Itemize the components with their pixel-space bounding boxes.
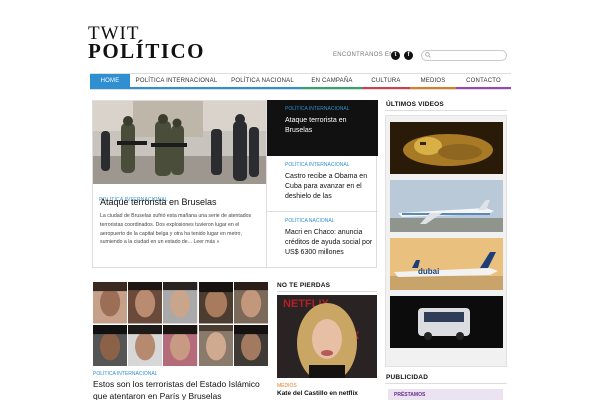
search-icon[interactable] <box>425 52 431 58</box>
nav-home[interactable]: HOME <box>90 74 130 89</box>
no-te-pierdas-image[interactable]: NETFLIX IX <box>277 295 377 378</box>
no-te-pierdas-category: MEDIOS <box>277 383 297 389</box>
nav-en-campana[interactable]: EN CAMPAÑA <box>302 74 362 89</box>
face-photo <box>93 324 128 366</box>
face-photo <box>163 282 198 324</box>
divider <box>385 383 507 384</box>
nav-medios[interactable]: MEDIOS <box>410 74 456 89</box>
logo-line-2: POLÍTICO <box>88 39 206 63</box>
face-photo <box>233 324 268 366</box>
bottom-story-title[interactable]: Estos son los terroristas del Estado Isl… <box>93 378 273 400</box>
face-photo <box>128 282 163 324</box>
videos-heading: ÚLTIMOS VIDEOS <box>386 101 444 108</box>
nav-contacto[interactable]: CONTACTO <box>456 74 511 89</box>
ad-banner-label: PRÉSTAMOS <box>394 392 426 398</box>
video-thumb-4[interactable] <box>390 296 503 348</box>
face-photo <box>163 324 198 366</box>
video-thumb-3[interactable]: dubai <box>390 238 503 290</box>
face-photo <box>233 282 268 324</box>
featured-description: La ciudad de Bruselas sufrió esta mañana… <box>100 213 252 246</box>
face-photo <box>128 324 163 366</box>
featured-title[interactable]: Ataque terrorista en Bruselas <box>100 197 217 207</box>
nav-politica-nacional[interactable]: POLÍTICA NACIONAL <box>223 74 302 89</box>
no-te-pierdas-title[interactable]: Kate del Castillo en netflix <box>277 390 358 397</box>
video-thumb-3-label: dubai <box>418 267 439 276</box>
no-te-pierdas-heading: NO TE PIERDAS <box>277 282 331 289</box>
side-story-2[interactable]: POLÍTICA INTERNACIONAL Castro recibe a O… <box>267 156 378 212</box>
main-nav: HOME POLÍTICA INTERNACIONAL POLÍTICA NAC… <box>90 73 511 90</box>
side-story-1[interactable]: POLÍTICA INTERNACIONAL Ataque terrorista… <box>267 100 378 156</box>
ad-banner[interactable]: PRÉSTAMOS <box>388 389 503 400</box>
search-box <box>421 50 507 61</box>
terrorists-photo-grid[interactable] <box>93 282 268 366</box>
divider <box>385 110 507 111</box>
site-logo[interactable]: TWIT POLÍTICO <box>88 24 205 62</box>
search-input[interactable] <box>434 51 504 60</box>
twitter-icon[interactable]: t <box>391 51 400 60</box>
videos-panel: dubai <box>385 115 507 367</box>
bottom-story-category: POLÍTICA INTERNACIONAL <box>93 371 158 377</box>
follow-label: ENCONTRANOS EN: <box>333 52 396 58</box>
video-thumb-1[interactable] <box>390 122 503 174</box>
publicidad-heading: PUBLICIDAD <box>386 374 429 381</box>
video-thumb-2[interactable] <box>390 180 503 232</box>
face-photo <box>198 282 233 324</box>
nav-cultura[interactable]: CULTURA <box>362 74 410 89</box>
divider <box>277 291 377 292</box>
featured-image[interactable] <box>93 101 267 184</box>
face-photo <box>93 282 128 324</box>
nav-politica-internacional[interactable]: POLÍTICA INTERNACIONAL <box>130 74 223 89</box>
side-story-list: POLÍTICA INTERNACIONAL Ataque terrorista… <box>266 100 378 268</box>
facebook-icon[interactable]: f <box>404 51 413 60</box>
side-story-3[interactable]: POLÍTICA NACIONAL Macri en Chaco: anunci… <box>267 212 378 268</box>
face-photo <box>198 324 233 366</box>
